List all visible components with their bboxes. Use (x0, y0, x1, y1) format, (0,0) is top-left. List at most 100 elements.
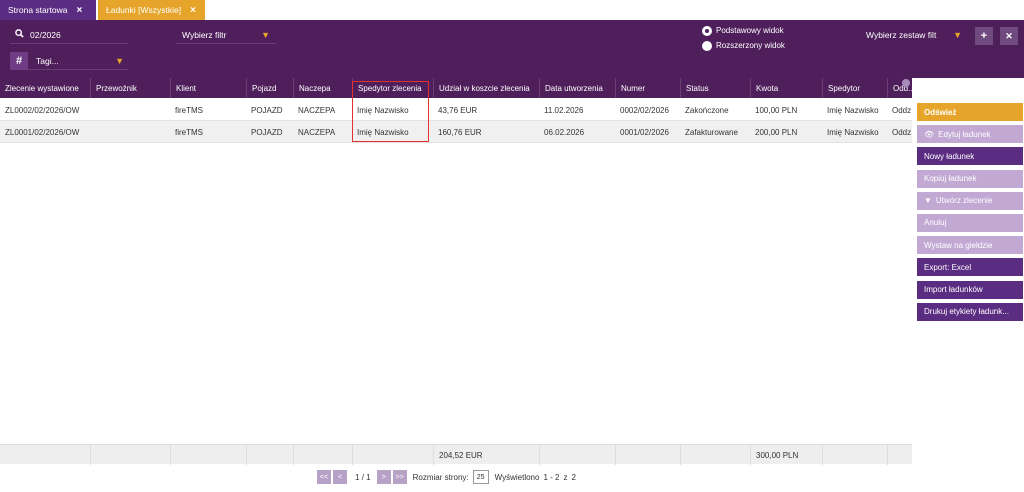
column-header[interactable]: Numer (615, 78, 680, 98)
publish-exchange-button[interactable]: Wystaw na giełdzie (917, 236, 1023, 255)
column-header[interactable]: Przewoźnik (90, 78, 170, 98)
view-basic-option[interactable]: Podstawowy widok (702, 23, 785, 38)
totals-cell (539, 445, 615, 465)
filterset-label: Wybierz zestaw filt (866, 30, 937, 40)
table-cell: ZL0002/02/2026/OW (5, 105, 80, 115)
cancel-button[interactable]: Anuluj (917, 213, 1023, 232)
column-header[interactable]: Pojazd (246, 78, 293, 98)
totals-cell (352, 445, 433, 465)
prev-page-button[interactable]: < (333, 470, 347, 484)
column-header[interactable]: Klient (170, 78, 246, 98)
hash-icon: # (10, 51, 28, 70)
tags-select[interactable]: # Tagi... ▼ (10, 51, 128, 70)
tags-placeholder: Tagi... (36, 55, 59, 66)
tab-home-label: Strona startowa (8, 5, 68, 15)
table-totals-row: 204,52 EUR 300,00 PLN (0, 444, 912, 465)
view-extended-label: Rozszerzony widok (716, 41, 785, 50)
page-size-input[interactable]: 25 (472, 470, 489, 484)
table-cell: 0002/02/2026 (620, 105, 669, 115)
totals-cell (822, 445, 887, 465)
clear-filters-button[interactable]: ✕ (1000, 27, 1018, 45)
page-total: 1 (366, 472, 371, 482)
close-icon[interactable]: × (190, 5, 196, 16)
copy-load-button[interactable]: Kopiuj ładunek (917, 169, 1023, 188)
table-cell: Oddz (892, 127, 912, 137)
export-excel-button[interactable]: Export: Excel (917, 258, 1023, 277)
filter-select[interactable]: Wybierz filtr ▼ (176, 26, 276, 44)
column-header[interactable]: Data utworzenia (539, 78, 615, 98)
filterset-select[interactable]: Wybierz zestaw filt ▼ (866, 27, 966, 43)
table-cell: Zakończone (685, 105, 729, 115)
first-page-button[interactable]: << (317, 470, 331, 484)
table-header: Zlecenie wystawione Przewoźnik Klient Po… (0, 78, 912, 98)
table-cell: 160,76 EUR (438, 127, 482, 137)
column-header[interactable]: Kwota (750, 78, 822, 98)
pagination: << < 1 / 1 > >> Rozmiar strony: 25 Wyświ… (317, 470, 576, 484)
new-load-button[interactable]: Nowy ładunek (917, 147, 1023, 166)
total-cost-share: 204,52 EUR (433, 445, 539, 465)
close-icon[interactable]: × (77, 5, 83, 16)
totals-cell (887, 445, 912, 465)
create-order-button[interactable]: ▼ Utwórz zlecenie (917, 191, 1023, 210)
table-cell: Imię Nazwisko (827, 127, 879, 137)
table-cell: POJAZD (251, 105, 283, 115)
table-cell: NACZEPA (298, 105, 336, 115)
view-basic-label: Podstawowy widok (716, 26, 784, 35)
add-filterset-button[interactable]: + (975, 27, 993, 45)
chevron-down-icon: ▼ (953, 30, 962, 40)
table-cell: 100,00 PLN (755, 105, 798, 115)
column-header[interactable]: Spedytor (822, 78, 887, 98)
import-loads-button[interactable]: Import ładunków (917, 280, 1023, 299)
table-cell: fireTMS (175, 127, 203, 137)
page-current: 1 (355, 472, 360, 482)
totals-cell (246, 445, 293, 465)
table-cell: Oddz (892, 105, 912, 115)
next-page-button[interactable]: > (376, 470, 391, 484)
totals-cell (680, 445, 750, 465)
column-header[interactable]: Udział w koszcie zlecenia (433, 78, 539, 98)
table-cell: Imię Nazwisko (357, 105, 409, 115)
chevron-down-icon: ▼ (924, 196, 932, 206)
page-size-label: Rozmiar strony: (412, 472, 469, 482)
page-separator: / (361, 472, 364, 482)
view-mode-radios: Podstawowy widok Rozszerzony widok (702, 23, 785, 53)
last-page-button[interactable]: >> (392, 470, 407, 484)
table-cell: Imię Nazwisko (827, 105, 879, 115)
tab-home[interactable]: Strona startowa × (0, 0, 96, 20)
radio-unchecked[interactable] (702, 40, 712, 51)
filter-header: 02/2026 Wybierz filtr ▼ # Tagi... ▼ Pods… (0, 20, 1024, 78)
edit-load-button[interactable]: 👁 Edytuj ładunek (917, 125, 1023, 144)
chevron-down-icon: ▼ (261, 29, 270, 40)
table-cell: POJAZD (251, 127, 283, 137)
tab-bar: Strona startowa × Ładunki [Wszystkie] × (0, 0, 1024, 20)
tab-loads[interactable]: Ładunki [Wszystkie] × (98, 0, 205, 20)
totals-cell (615, 445, 680, 465)
column-header[interactable]: Zlecenie wystawione (0, 78, 90, 98)
table-cell: Imię Nazwisko (357, 127, 409, 137)
eye-icon: 👁 (924, 129, 935, 139)
edit-load-label: Edytuj ładunek (938, 129, 991, 139)
close-icon: ✕ (1005, 30, 1013, 41)
column-settings-icon[interactable] (902, 79, 910, 87)
filter-select-label: Wybierz filtr (182, 29, 227, 40)
radio-checked[interactable] (702, 25, 712, 36)
column-header[interactable]: Status (680, 78, 750, 98)
action-sidebar: Odśwież 👁 Edytuj ładunek Nowy ładunek Ko… (917, 103, 1023, 325)
column-header[interactable]: Naczepa (293, 78, 352, 98)
totals-cell (170, 445, 246, 465)
totals-cell (90, 445, 170, 465)
column-header[interactable]: Spedytor zlecenia (352, 78, 433, 98)
plus-icon: + (980, 30, 988, 42)
view-extended-option[interactable]: Rozszerzony widok (702, 38, 785, 53)
table-cell: 43,76 EUR (438, 105, 478, 115)
search-value: 02/2026 (30, 29, 61, 40)
print-labels-button[interactable]: Drukuj etykiety ładunk... (917, 302, 1023, 321)
search-input[interactable]: 02/2026 (10, 26, 128, 44)
table-cell: 11.02.2026 (544, 105, 584, 115)
table-row[interactable]: ZL0002/02/2026/OW fireTMS POJAZD NACZEPA… (0, 99, 912, 121)
shown-of: z (563, 472, 568, 482)
refresh-button[interactable]: Odśwież (917, 103, 1023, 121)
table-cell (90, 121, 170, 143)
search-icon (10, 28, 28, 41)
table-row[interactable]: ZL0001/02/2026/OW fireTMS POJAZD NACZEPA… (0, 121, 912, 143)
